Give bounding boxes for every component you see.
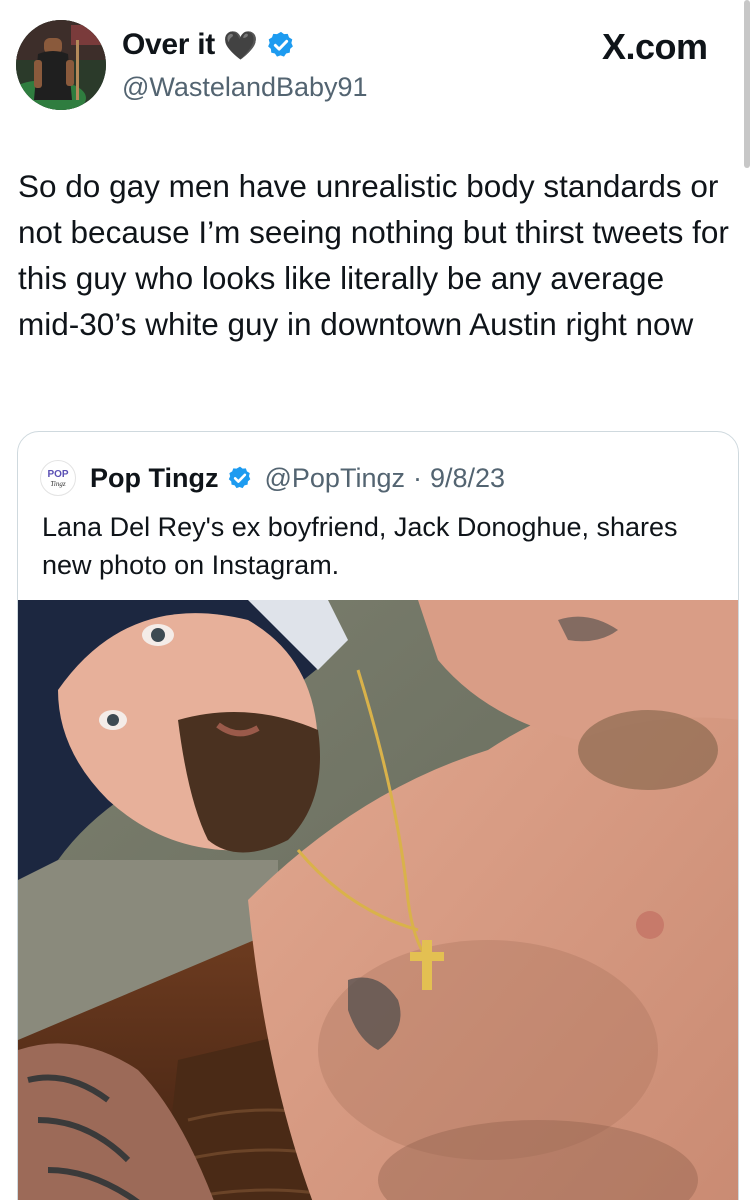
poptingz-avatar[interactable]: POP Tingz xyxy=(40,460,76,496)
quoted-display-name[interactable]: Pop Tingz xyxy=(90,463,219,494)
quoted-tweet-header: POP Tingz Pop Tingz @PopTingz · 9/8/23 xyxy=(40,460,505,496)
svg-text:Tingz: Tingz xyxy=(50,480,65,488)
quoted-tweet-text: Lana Del Rey's ex boyfriend, Jack Donogh… xyxy=(42,512,678,580)
dot-separator: · xyxy=(412,462,422,493)
quoted-tweet-photo[interactable] xyxy=(18,600,738,1200)
author-display-name[interactable]: Over it 🖤 xyxy=(122,28,296,62)
scrollbar[interactable] xyxy=(744,0,750,168)
x-com-brand: X.com xyxy=(602,26,708,67)
tweet-screenshot: Over it 🖤 @WastelandBaby91 X.com So do g… xyxy=(0,0,755,1200)
verified-badge-icon xyxy=(267,31,293,57)
svg-text:POP: POP xyxy=(47,469,68,480)
black-heart-emoji: 🖤 xyxy=(222,29,258,61)
quoted-handle[interactable]: @PopTingz xyxy=(265,463,405,494)
author-name-text: Over it xyxy=(122,28,215,61)
tweet-text: So do gay men have unrealistic body stan… xyxy=(18,168,729,342)
author-avatar-image xyxy=(16,20,106,110)
selfie-photo-image xyxy=(18,600,738,1200)
author-avatar[interactable] xyxy=(16,20,106,110)
quoted-date[interactable]: 9/8/23 xyxy=(430,463,505,494)
verified-badge-icon xyxy=(228,466,250,489)
quoted-tweet-card[interactable]: POP Tingz Pop Tingz @PopTingz · 9/8/23 L… xyxy=(17,431,739,1200)
poptingz-logo-icon: POP Tingz xyxy=(47,469,68,488)
author-handle[interactable]: @WastelandBaby91 xyxy=(122,72,368,103)
